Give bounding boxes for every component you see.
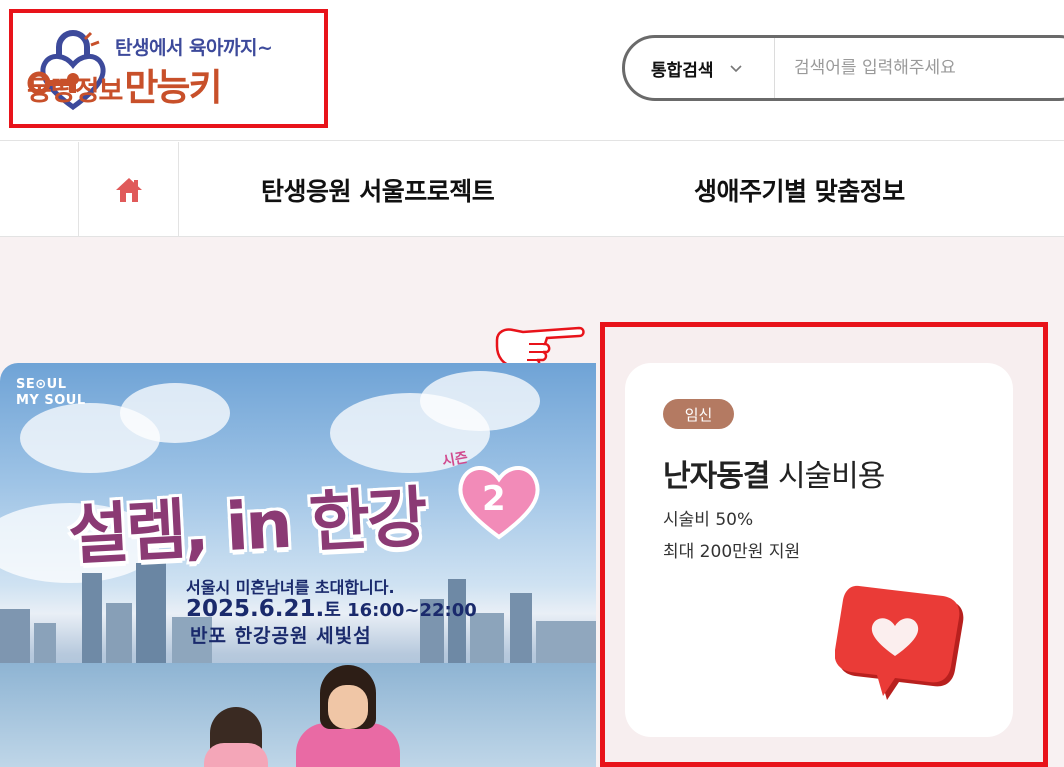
banner-invitation: 서울시 미혼남녀를 초대합니다. — [186, 578, 395, 597]
search-scope-select[interactable]: 통합검색 — [625, 38, 775, 98]
chevron-down-icon — [729, 65, 742, 73]
seoul-my-soul-logo: SE⊙UL MY SOUL — [16, 377, 86, 409]
seoul-logo-line1: SE⊙UL — [16, 377, 67, 392]
banner-time: 토 16:00~22:00 — [324, 600, 477, 621]
card-title: 난자동결 시술비용 — [663, 451, 885, 495]
banner-title: 설렘, in 한강 — [66, 478, 427, 575]
logo-wordmark-part2: 만능키 — [124, 66, 222, 109]
nav-item-lifecycle-info[interactable]: 생애주기별 맞춤정보 — [694, 142, 905, 237]
cloud-decoration — [420, 371, 540, 431]
banner-date: 2025.6.21. — [186, 596, 325, 622]
card-description-2: 최대 200만원 지원 — [663, 542, 801, 562]
season-number: 2 — [482, 479, 506, 519]
event-banner[interactable]: SE⊙UL MY SOUL 설렘, in 한강 시즌 2 서울시 미혼남녀를 초… — [0, 363, 596, 767]
search-scope-label: 통합검색 — [651, 60, 714, 81]
logo-wordmark: 몽땅정보만능키 — [27, 57, 223, 111]
banner-datetime: 2025.6.21.토 16:00~22:00 — [186, 596, 477, 622]
search-input[interactable] — [776, 38, 1064, 98]
logo-tagline: 탄생에서 육아까지~ — [115, 37, 273, 59]
home-button[interactable] — [78, 142, 179, 237]
search-bar: 통합검색 — [622, 35, 1064, 101]
card-title-bold: 난자동결 — [663, 459, 770, 494]
heart-bubble-icon — [835, 585, 964, 700]
category-tag: 임신 — [663, 399, 734, 429]
banner-location: 반포 한강공원 세빛섬 — [190, 625, 372, 647]
main-nav: 탄생응원 서울프로젝트 생애주기별 맞춤정보 — [0, 142, 1064, 237]
person-illustration — [328, 685, 368, 729]
card-title-rest: 시술비용 — [769, 459, 885, 494]
logo-wordmark-part1: 몽땅정보 — [27, 76, 123, 107]
person-illustration — [296, 723, 400, 767]
home-icon — [115, 177, 142, 202]
site-logo-link[interactable]: 탄생에서 육아까지~ 몽땅정보만능키 — [9, 9, 328, 128]
cloud-decoration — [120, 383, 230, 443]
card-description-1: 시술비 50% — [663, 510, 754, 530]
seoul-logo-line2: MY SOUL — [16, 393, 86, 408]
site-header: 탄생에서 육아까지~ 몽땅정보만능키 통합검색 — [0, 0, 1064, 141]
pointing-hand-icon — [495, 326, 585, 368]
nav-item-birth-support[interactable]: 탄생응원 서울프로젝트 — [261, 142, 495, 237]
person-illustration — [204, 743, 268, 767]
